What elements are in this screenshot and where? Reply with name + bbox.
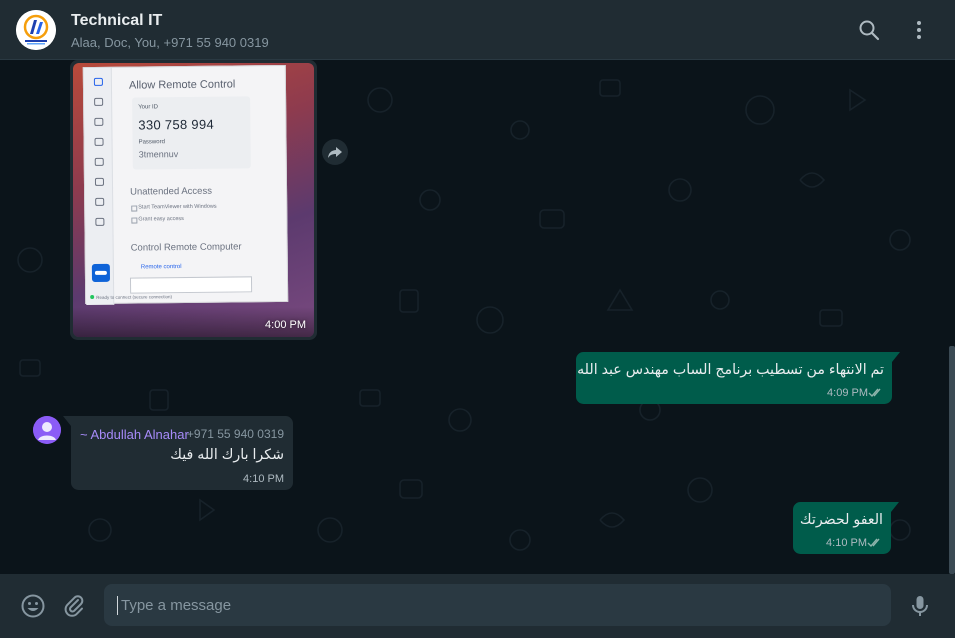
forward-icon (328, 147, 342, 158)
tv-control-link: Remote control (140, 264, 182, 271)
bubble-tail (63, 416, 71, 426)
double-check-icon (867, 538, 880, 548)
kebab-menu-icon (917, 21, 921, 39)
group-avatar[interactable] (16, 10, 56, 50)
expand-icon (94, 97, 104, 106)
menu-button[interactable] (907, 18, 931, 42)
emoji-button[interactable] (20, 593, 46, 619)
voice-message-button[interactable] (907, 593, 933, 619)
scrollbar-thumb[interactable] (949, 346, 955, 574)
double-check-icon (868, 388, 881, 398)
emoji-icon (21, 594, 45, 618)
message-input[interactable] (104, 584, 891, 626)
composer-bar (0, 574, 955, 638)
image-message[interactable]: Allow Remote Control Your ID 330 758 994… (70, 60, 317, 340)
message-text: العفو لحضرتك (799, 512, 883, 528)
bulb-icon (95, 197, 105, 206)
chat-participants[interactable]: Alaa, Doc, You, +971 55 940 0319 (71, 35, 269, 50)
user-icon (94, 137, 104, 146)
tv-password-label: Password (138, 139, 165, 146)
teamviewer-sidebar (83, 67, 115, 306)
search-icon (859, 20, 880, 41)
message-time: 4:10 PM (826, 537, 867, 549)
tv-heading: Allow Remote Control (128, 78, 236, 92)
paperclip-icon (64, 595, 84, 617)
sender-name[interactable]: ~ Abdullah Alnahar (80, 427, 189, 442)
attach-button[interactable] (61, 593, 87, 619)
incoming-message[interactable]: ~ Abdullah Alnahar +971 55 940 0319 شكرا… (71, 416, 293, 490)
search-button[interactable] (857, 18, 881, 42)
microphone-icon (912, 596, 928, 616)
tv-id-label: Your ID (138, 104, 159, 111)
message-time: 4:00 PM (265, 319, 306, 331)
chat-header[interactable]: Technical IT Alaa, Doc, You, +971 55 940… (0, 0, 955, 60)
tv-check-grant: Grant easy access (138, 216, 184, 223)
sender-phone: +971 55 940 0319 (186, 427, 284, 441)
chat-app: Technical IT Alaa, Doc, You, +971 55 940… (0, 0, 955, 638)
gift-icon (95, 217, 105, 226)
chat-icon (94, 157, 104, 166)
gamepad-icon (94, 177, 105, 186)
group-logo-icon (16, 10, 56, 50)
teamviewer-logo-icon (91, 263, 111, 282)
outgoing-message[interactable]: تم الانتهاء من تسطيب برنامج الساب مهندس … (576, 352, 892, 404)
message-time: 4:09 PM (827, 387, 868, 399)
forward-button[interactable] (322, 139, 348, 165)
bubble-tail (892, 352, 900, 362)
teamviewer-window: Allow Remote Control Your ID 330 758 994… (82, 64, 289, 306)
outgoing-message[interactable]: العفو لحضرتك 4:10 PM (793, 502, 891, 554)
message-text: تم الانتهاء من تسطيب برنامج الساب مهندس … (577, 362, 884, 378)
tv-unattended-heading: Unattended Access (130, 185, 212, 198)
tv-password-value: 3tmennuv (138, 149, 179, 160)
tv-control-heading: Control Remote Computer (130, 241, 242, 254)
bubble-tail (891, 502, 899, 512)
message-time: 4:10 PM (243, 473, 284, 485)
sender-avatar[interactable] (33, 416, 61, 444)
message-text: شكرا بارك الله فيك (170, 447, 284, 463)
swap-icon (93, 77, 103, 86)
tv-id-value: 330 758 994 (138, 116, 215, 133)
shared-screenshot[interactable]: Allow Remote Control Your ID 330 758 994… (73, 63, 314, 337)
tv-partner-input (129, 276, 253, 294)
text-caret (117, 596, 118, 615)
tv-status: Ready to connect (secure connection) (90, 294, 172, 300)
chat-title[interactable]: Technical IT (71, 12, 162, 30)
default-user-icon (33, 416, 61, 444)
contacts-icon (94, 117, 104, 126)
tv-check-start: Start TeamViewer with Windows (138, 203, 217, 211)
message-list[interactable]: Allow Remote Control Your ID 330 758 994… (0, 60, 949, 574)
